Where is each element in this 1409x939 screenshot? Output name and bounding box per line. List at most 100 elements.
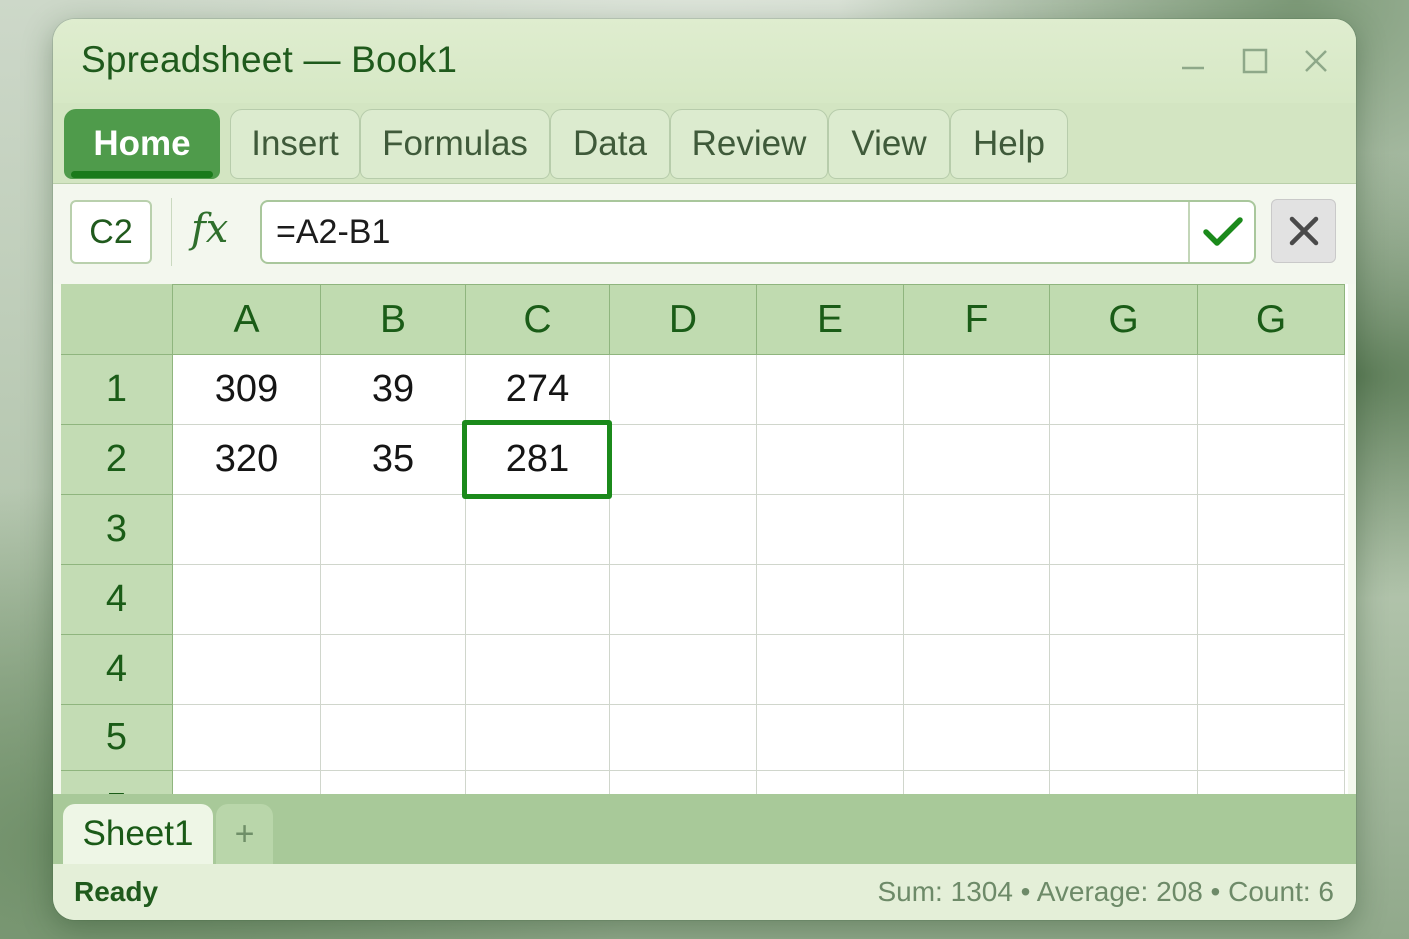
cell[interactable]: 35	[321, 425, 466, 495]
cell[interactable]	[757, 425, 904, 495]
tab-label: Formulas	[382, 124, 528, 163]
cell[interactable]	[610, 565, 757, 635]
ribbon-tabs: Home Insert Formulas Data Review View He…	[53, 103, 1356, 184]
cell[interactable]	[173, 635, 321, 705]
title-bar: Spreadsheet — Book1	[53, 19, 1356, 103]
cell[interactable]	[610, 771, 757, 794]
cell[interactable]	[466, 635, 610, 705]
cell[interactable]: 281	[466, 425, 610, 495]
cell[interactable]	[1198, 565, 1345, 635]
add-sheet-button[interactable]: +	[216, 804, 273, 864]
cell[interactable]	[610, 355, 757, 425]
cell[interactable]	[321, 635, 466, 705]
tab-insert[interactable]: Insert	[230, 109, 360, 179]
cell[interactable]	[1198, 635, 1345, 705]
column-header[interactable]: D	[610, 284, 757, 355]
row-header[interactable]: 2	[61, 425, 173, 495]
cell[interactable]	[610, 495, 757, 565]
cell[interactable]	[1198, 771, 1345, 794]
row-header[interactable]: 5	[61, 705, 173, 771]
cell[interactable]	[1050, 355, 1198, 425]
minimize-button[interactable]	[1171, 39, 1215, 83]
sheet-tab-sheet1[interactable]: Sheet1	[63, 804, 213, 864]
cell[interactable]	[610, 635, 757, 705]
tab-help[interactable]: Help	[950, 109, 1068, 179]
column-header[interactable]: C	[466, 284, 610, 355]
row-header[interactable]: 1	[61, 355, 173, 425]
cell[interactable]	[1050, 771, 1198, 794]
close-button[interactable]	[1294, 39, 1338, 83]
cell[interactable]	[904, 565, 1050, 635]
cell[interactable]	[757, 635, 904, 705]
cell[interactable]	[904, 635, 1050, 705]
cell[interactable]	[173, 771, 321, 794]
cell[interactable]	[1198, 425, 1345, 495]
cell[interactable]	[1198, 705, 1345, 771]
row-header[interactable]: 4	[61, 565, 173, 635]
cell[interactable]	[466, 771, 610, 794]
column-header[interactable]: B	[321, 284, 466, 355]
cell[interactable]	[173, 565, 321, 635]
tab-review[interactable]: Review	[670, 109, 828, 179]
tab-label: View	[851, 124, 927, 163]
cancel-formula-button[interactable]	[1271, 199, 1336, 263]
cell[interactable]	[1198, 355, 1345, 425]
cell[interactable]	[321, 771, 466, 794]
column-header[interactable]: F	[904, 284, 1050, 355]
cell[interactable]: 320	[173, 425, 321, 495]
checkmark-icon	[1203, 217, 1243, 246]
select-all-corner[interactable]	[61, 284, 173, 355]
cell[interactable]	[466, 565, 610, 635]
tab-label: Home	[93, 124, 191, 163]
cell[interactable]	[1050, 425, 1198, 495]
cell[interactable]	[173, 705, 321, 771]
cell[interactable]	[321, 565, 466, 635]
confirm-formula-button[interactable]	[1188, 202, 1256, 262]
column-header[interactable]: G	[1198, 284, 1345, 355]
column-header[interactable]: E	[757, 284, 904, 355]
tab-label: Review	[691, 124, 807, 163]
row-header[interactable]: 3	[61, 495, 173, 565]
column-header[interactable]: G	[1050, 284, 1198, 355]
cell[interactable]	[757, 705, 904, 771]
cell[interactable]	[173, 495, 321, 565]
cell[interactable]	[1050, 705, 1198, 771]
cell[interactable]	[904, 495, 1050, 565]
cell[interactable]: 39	[321, 355, 466, 425]
window-title: Spreadsheet — Book1	[81, 39, 458, 80]
cell[interactable]	[1050, 495, 1198, 565]
cell[interactable]	[1050, 635, 1198, 705]
tab-home[interactable]: Home	[64, 109, 220, 179]
cell[interactable]	[1050, 565, 1198, 635]
function-icon[interactable]: fx	[191, 206, 228, 252]
cell[interactable]	[321, 705, 466, 771]
cell[interactable]	[610, 425, 757, 495]
formula-bar-divider	[171, 198, 172, 266]
row-header[interactable]: 4	[61, 635, 173, 705]
name-box[interactable]: C2	[70, 200, 152, 264]
cell[interactable]: 274	[466, 355, 610, 425]
cell[interactable]	[757, 565, 904, 635]
row-header[interactable]: 5	[61, 771, 173, 794]
cell-grid: ABCDEFGG13093927423203528134455	[61, 284, 1348, 794]
cell[interactable]	[757, 495, 904, 565]
cell[interactable]	[1198, 495, 1345, 565]
cell[interactable]	[610, 705, 757, 771]
tab-view[interactable]: View	[828, 109, 950, 179]
column-header[interactable]: A	[173, 284, 321, 355]
cell[interactable]	[904, 705, 1050, 771]
cell[interactable]	[321, 495, 466, 565]
cell[interactable]	[757, 355, 904, 425]
cell[interactable]	[466, 705, 610, 771]
cell[interactable]	[757, 771, 904, 794]
formula-input[interactable]	[260, 200, 1256, 264]
maximize-button[interactable]	[1233, 39, 1277, 83]
plus-icon: +	[234, 814, 255, 853]
cell[interactable]	[904, 425, 1050, 495]
tab-formulas[interactable]: Formulas	[360, 109, 550, 179]
cell[interactable]	[466, 495, 610, 565]
tab-data[interactable]: Data	[550, 109, 670, 179]
cell[interactable]: 309	[173, 355, 321, 425]
cell[interactable]	[904, 355, 1050, 425]
cell[interactable]	[904, 771, 1050, 794]
